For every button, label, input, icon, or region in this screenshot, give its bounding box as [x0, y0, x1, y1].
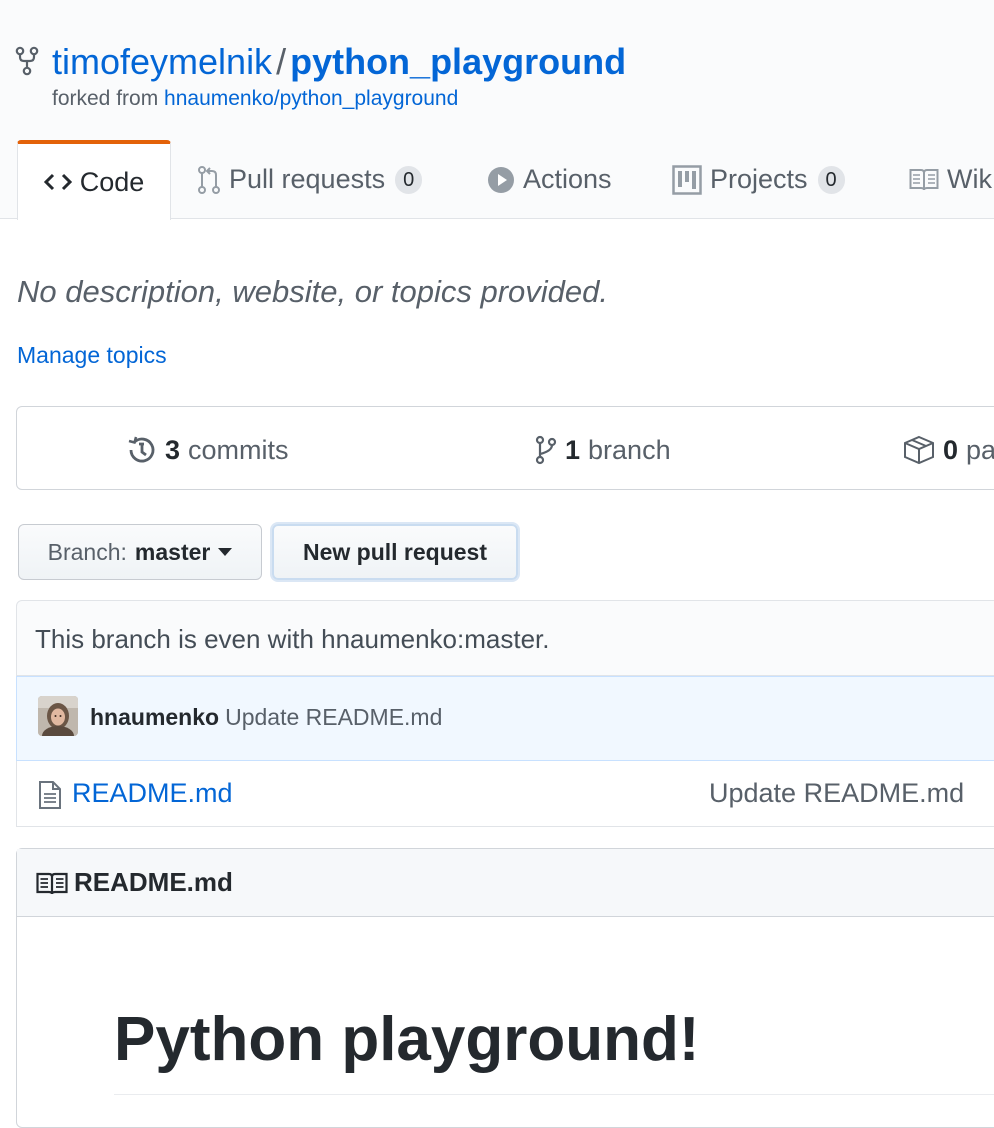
tab-wiki[interactable]: Wik: [909, 140, 992, 219]
file-name-link[interactable]: README.md: [72, 778, 233, 809]
git-pull-request-icon: [198, 165, 220, 194]
tab-pull-requests[interactable]: Pull requests 0: [197, 140, 423, 219]
repo-owner-link[interactable]: timofeymelnik: [52, 41, 272, 82]
repo-name-link[interactable]: python_playground: [290, 41, 626, 82]
branch-status-text: This branch is even with hnaumenko:maste…: [35, 624, 550, 654]
branch-select-label: Branch:: [47, 538, 127, 565]
projects-counter: 0: [817, 165, 845, 194]
tab-actions-label: Actions: [523, 164, 612, 194]
project-icon: [672, 164, 702, 195]
play-icon: [488, 166, 514, 193]
packages-label: pa: [966, 434, 994, 465]
tab-projects[interactable]: Projects 0: [672, 140, 845, 219]
forked-from-line: forked from hnaumenko/python_playground: [52, 86, 458, 112]
latest-commit: hnaumenko Update README.md: [90, 704, 442, 731]
readme-title: README.md: [74, 867, 233, 897]
packages-count: 0: [943, 434, 959, 465]
commits-count: 3: [165, 434, 181, 465]
commit-message-link[interactable]: Update README.md: [225, 704, 442, 730]
branches-label: branch: [588, 434, 671, 465]
git-branch-icon: [535, 435, 557, 465]
tab-code[interactable]: Code: [17, 140, 171, 220]
pull-requests-counter: 0: [395, 165, 423, 194]
book-icon: [36, 872, 68, 895]
repo-title-separator: /: [276, 41, 287, 82]
commits-summary-link[interactable]: 3 commits: [127, 433, 289, 467]
tab-wiki-label: Wik: [947, 164, 992, 194]
file-icon: [39, 781, 61, 809]
readme-heading-divider: [114, 1094, 994, 1095]
tab-code-label: Code: [79, 166, 145, 197]
branches-count: 1: [565, 434, 581, 465]
history-icon: [128, 436, 155, 463]
branch-select-button[interactable]: Branch: master: [18, 524, 262, 580]
commits-label: commits: [188, 434, 289, 465]
repo-description: No description, website, or topics provi…: [17, 274, 609, 309]
forked-source-link[interactable]: hnaumenko/python_playground: [164, 87, 458, 110]
new-pull-request-button[interactable]: New pull request: [272, 524, 518, 580]
avatar-image: [38, 696, 78, 736]
repo-forked-icon: [15, 46, 39, 76]
caret-down-icon: [218, 548, 233, 556]
repo-title: timofeymelnik / python_playground: [52, 40, 626, 84]
commit-author-link[interactable]: hnaumenko: [90, 704, 219, 730]
forked-from-label: forked from: [52, 87, 159, 110]
tab-projects-label: Projects: [710, 164, 808, 194]
code-icon: [43, 173, 72, 191]
book-icon: [909, 168, 939, 190]
manage-topics-link[interactable]: Manage topics: [17, 342, 167, 369]
avatar[interactable]: [38, 696, 78, 736]
tab-pull-requests-label: Pull requests: [229, 164, 386, 194]
file-commit-message-link[interactable]: Update README.md: [709, 778, 964, 809]
branches-summary-link[interactable]: 1 branch: [535, 433, 671, 467]
branch-select-value: master: [134, 538, 211, 565]
package-icon: [904, 435, 934, 465]
packages-summary-link[interactable]: 0 pa: [903, 433, 994, 467]
readme-heading: Python playground!: [114, 1005, 700, 1074]
tab-actions[interactable]: Actions: [487, 140, 612, 219]
